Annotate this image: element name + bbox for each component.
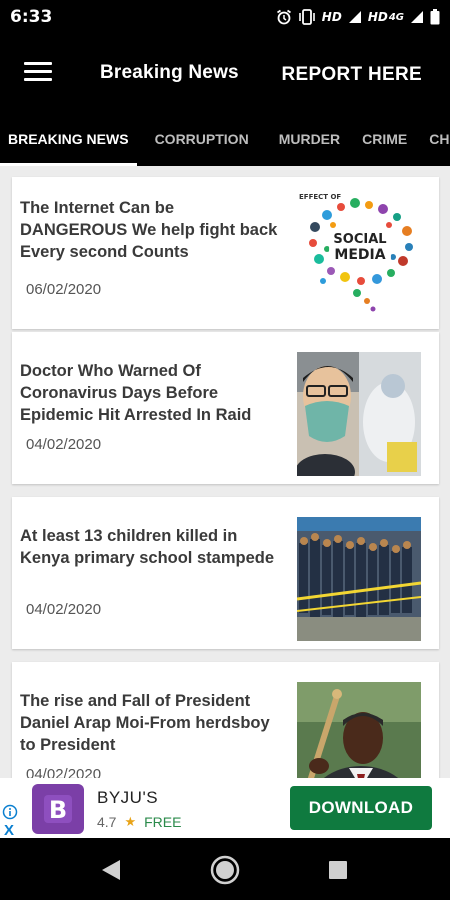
- app-title: Breaking News: [100, 62, 239, 83]
- status-time: 6:33: [10, 7, 53, 27]
- tab-chi[interactable]: CHI: [429, 114, 450, 166]
- status-bar: 6:33 HD HD 4G: [0, 0, 450, 34]
- category-tabs: BREAKING NEWS CORRUPTION MURDER CRIME CH…: [0, 114, 450, 166]
- ad-rating-value: 4.7: [97, 814, 117, 830]
- article-title: Doctor Who Warned Of Coronavirus Days Be…: [20, 362, 252, 424]
- app-bar: Breaking News REPORT HERE: [0, 34, 450, 114]
- article-title: The rise and Fall of President Daniel Ar…: [20, 692, 270, 754]
- menu-icon[interactable]: [24, 62, 52, 84]
- article-card[interactable]: The rise and Fall of President Daniel Ar…: [12, 662, 439, 778]
- battery-icon: [430, 9, 440, 25]
- network-label-4g: 4G: [388, 11, 404, 23]
- alarm-icon: [276, 9, 291, 25]
- signal-icon: [348, 11, 361, 23]
- article-date: 04/02/2020: [26, 601, 102, 618]
- article-card[interactable]: The Internet Can be DANGEROUS We help fi…: [12, 177, 439, 329]
- article-title: The Internet Can be DANGEROUS We help fi…: [20, 199, 278, 261]
- network-label-hd: HD: [321, 10, 342, 24]
- recents-icon[interactable]: [328, 860, 348, 880]
- article-list: The Internet Can be DANGEROUS We help fi…: [0, 166, 450, 778]
- ad-app-logo: B: [32, 784, 84, 834]
- system-nav-bar: [0, 838, 450, 900]
- ad-price: FREE: [144, 814, 182, 830]
- ad-rating: 4.7 ★ FREE: [97, 814, 181, 830]
- tab-corruption[interactable]: CORRUPTION: [155, 114, 249, 166]
- star-icon: ★: [124, 814, 137, 829]
- president-photo: [297, 682, 421, 778]
- app-screen: 6:33 HD HD 4G Breaking News REPORT HERE …: [0, 0, 450, 900]
- ad-app-name: BYJU'S: [97, 788, 159, 807]
- tab-breaking-news[interactable]: BREAKING NEWS: [0, 114, 137, 166]
- report-here-button[interactable]: REPORT HERE: [281, 64, 422, 86]
- ad-download-button[interactable]: DOWNLOAD: [290, 786, 432, 830]
- status-icons: HD HD 4G: [276, 9, 440, 25]
- ad-logo-letter: B: [49, 796, 67, 824]
- tab-murder[interactable]: MURDER: [279, 114, 340, 166]
- crowd-photo: [297, 517, 421, 641]
- social-media-graphic: EFFECT OF SOCIAL MEDIA: [297, 185, 421, 313]
- back-icon[interactable]: [100, 858, 122, 882]
- article-title: At least 13 children killed in Kenya pri…: [20, 527, 275, 567]
- signal-icon-2: [411, 11, 423, 23]
- tab-crime[interactable]: CRIME: [362, 114, 407, 166]
- article-date: 04/02/2020: [26, 766, 102, 778]
- article-card[interactable]: At least 13 children killed in Kenya pri…: [12, 497, 439, 649]
- home-icon[interactable]: [209, 854, 241, 886]
- ad-close-icon[interactable]: X: [4, 822, 14, 839]
- ad-info-icon[interactable]: [2, 804, 18, 820]
- social-text: SOCIAL: [333, 232, 386, 247]
- media-text: MEDIA: [334, 247, 385, 263]
- vibrate-icon: [298, 9, 315, 25]
- article-date: 04/02/2020: [26, 436, 102, 453]
- effect-of-text: EFFECT OF: [299, 193, 341, 201]
- article-card[interactable]: Doctor Who Warned Of Coronavirus Days Be…: [12, 332, 439, 484]
- article-date: 06/02/2020: [26, 281, 102, 298]
- doctor-photo: [297, 352, 421, 476]
- network-label-hd-2: HD: [367, 10, 388, 24]
- ad-banner[interactable]: X B BYJU'S 4.7 ★ FREE DOWNLOAD: [0, 778, 450, 839]
